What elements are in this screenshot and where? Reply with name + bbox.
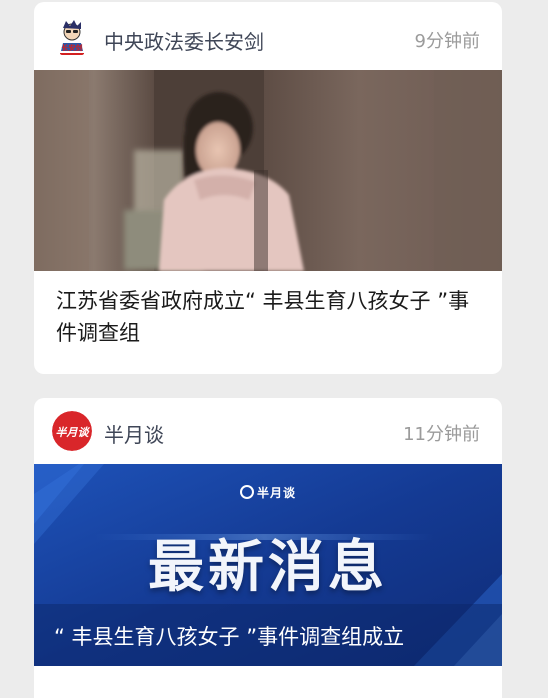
news-thumbnail[interactable]	[34, 70, 502, 271]
banyuetan-logo-icon: 半月谈	[34, 484, 502, 501]
news-card[interactable]: 长安剑 中央政法委长安剑 9分钟前 江苏省委省政府成立“ 丰县生育八孩女子 ”事…	[34, 2, 502, 374]
card-header: 长安剑 中央政法委长安剑 9分钟前	[34, 2, 502, 70]
news-feed: 长安剑 中央政法委长安剑 9分钟前 江苏省委省政府成立“ 丰县生育八孩女子 ”事…	[0, 0, 548, 698]
banyuetan-avatar-icon[interactable]: 半月谈	[52, 411, 92, 451]
avatar-logo-text: 半月谈	[56, 426, 91, 439]
news-card[interactable]: 半月谈 半月谈 11分钟前 半月谈 最新消息 “ 丰县生育八孩女子 ”事件调查组…	[34, 398, 502, 698]
banner-logo-text: 半月谈	[256, 486, 296, 500]
timestamp: 9分钟前	[414, 31, 480, 52]
banner-title: 最新消息	[148, 535, 388, 600]
news-banner[interactable]: 半月谈 最新消息 “ 丰县生育八孩女子 ”事件调查组成立	[34, 464, 502, 666]
news-headline[interactable]: 江苏省委省政府成立“ 丰县生育八孩女子 ”事件调查组	[56, 285, 486, 349]
card-header: 半月谈 半月谈 11分钟前	[34, 398, 502, 464]
source-name[interactable]: 半月谈	[104, 419, 164, 448]
banner-caption: “ 丰县生育八孩女子 ”事件调查组成立	[54, 625, 405, 649]
avatar-logo-text: 长安剑	[62, 43, 83, 52]
source-name[interactable]: 中央政法委长安剑	[104, 26, 264, 55]
timestamp: 11分钟前	[403, 424, 480, 445]
changanjian-avatar-icon[interactable]: 长安剑	[52, 18, 92, 58]
